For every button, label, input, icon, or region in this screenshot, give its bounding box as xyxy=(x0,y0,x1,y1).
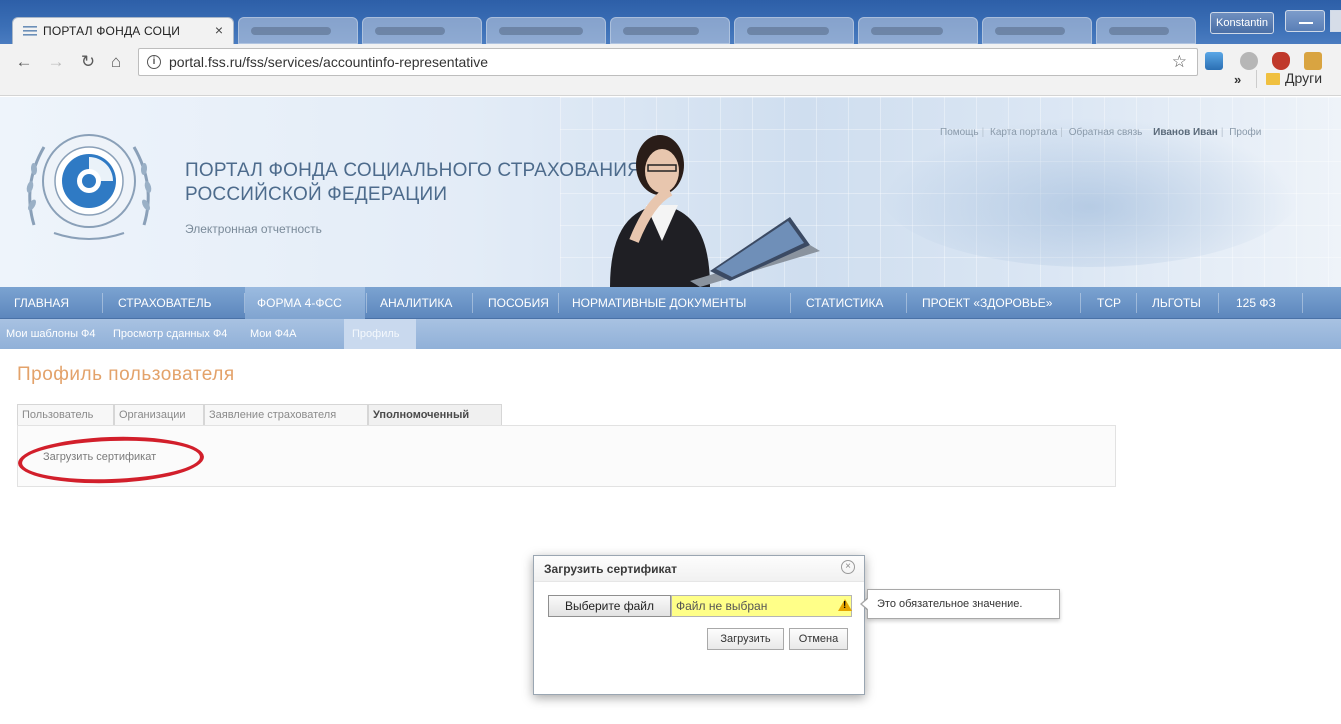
warning-icon-mark: ! xyxy=(843,600,847,611)
weather-extension-icon[interactable] xyxy=(1205,52,1223,70)
dialog-header: Загрузить сертификат × xyxy=(534,556,864,582)
nav-divider xyxy=(102,293,103,313)
url-text: portal.fss.ru/fss/services/accountinfo-r… xyxy=(169,54,489,70)
sitemap-link[interactable]: Карта портала xyxy=(990,127,1057,138)
nav-divider xyxy=(906,293,907,313)
required-field-tooltip: Это обязательное значение. xyxy=(867,589,1060,619)
bookmark-star-icon[interactable]: ☆ xyxy=(1172,52,1187,72)
portal-header: ПОРТАЛ ФОНДА СОЦИАЛЬНОГО СТРАХОВАНИЯ РОС… xyxy=(0,97,1341,287)
nav-divider xyxy=(472,293,473,313)
nav-divider xyxy=(1136,293,1137,313)
browser-tab[interactable] xyxy=(1096,17,1196,44)
choose-file-button[interactable]: Выберите файл xyxy=(548,595,671,617)
browser-tab[interactable] xyxy=(362,17,482,44)
subnav-submitted-f4[interactable]: Просмотр сданных Ф4 xyxy=(113,319,227,349)
browser-tab[interactable] xyxy=(238,17,358,44)
page-title: Профиль пользователя xyxy=(17,364,235,385)
woman-with-laptop-illustration xyxy=(610,135,820,287)
nav-divider xyxy=(558,293,559,313)
current-user-name[interactable]: Иванов Иван xyxy=(1153,127,1218,138)
bookmarks-separator xyxy=(1256,70,1257,88)
forward-arrow-icon[interactable]: → xyxy=(46,52,66,72)
extension-icon[interactable] xyxy=(1304,52,1322,70)
cancel-button[interactable]: Отмена xyxy=(789,628,848,650)
nav-divider xyxy=(1218,293,1219,313)
nav-item-privileges[interactable]: ЛЬГОТЫ xyxy=(1152,287,1201,319)
dialog-title: Загрузить сертификат xyxy=(544,562,678,576)
sub-navigation: Мои шаблоны Ф4 Просмотр сданных Ф4 Мои Ф… xyxy=(0,319,1341,349)
browser-profile-button[interactable]: Konstantin xyxy=(1210,12,1274,34)
nav-divider xyxy=(790,293,791,313)
bookmarks-overflow-button[interactable]: » xyxy=(1234,72,1241,87)
nav-divider xyxy=(366,293,367,313)
help-link[interactable]: Помощь xyxy=(940,127,979,138)
portal-title: ПОРТАЛ ФОНДА СОЦИАЛЬНОГО СТРАХОВАНИЯ РОС… xyxy=(185,159,641,207)
nav-item-home[interactable]: ГЛАВНАЯ xyxy=(14,287,69,319)
portal-title-line2: РОССИЙСКОЙ ФЕДЕРАЦИИ xyxy=(185,184,448,205)
browser-tab[interactable] xyxy=(610,17,730,44)
nav-item-insurer[interactable]: СТРАХОВАТЕЛЬ xyxy=(118,287,212,319)
browser-tab-title: ПОРТАЛ ФОНДА СОЦИ xyxy=(43,24,181,38)
subnav-my-templates[interactable]: Мои шаблоны Ф4 xyxy=(6,319,96,349)
subnav-my-f4a[interactable]: Мои Ф4А xyxy=(250,319,296,349)
nav-item-health-project[interactable]: ПРОЕКТ «ЗДОРОВЬЕ» xyxy=(922,287,1052,319)
browser-tabstrip: ПОРТАЛ ФОНДА СОЦИ × Konstantin xyxy=(0,0,1341,44)
browser-toolbar: ← → ↻ ⌂ i portal.fss.ru/fss/services/acc… xyxy=(0,44,1341,131)
browser-tab[interactable] xyxy=(486,17,606,44)
extension-icon[interactable] xyxy=(1240,52,1258,70)
home-icon[interactable]: ⌂ xyxy=(106,52,126,72)
nav-item-tsr[interactable]: ТСР xyxy=(1097,287,1121,319)
nav-divider xyxy=(1080,293,1081,313)
nav-divider xyxy=(1302,293,1303,313)
browser-tab-active[interactable]: ПОРТАЛ ФОНДА СОЦИ × xyxy=(12,17,234,44)
nav-item-regulations[interactable]: НОРМАТИВНЫЕ ДОКУМЕНТЫ xyxy=(572,287,746,319)
browser-tab[interactable] xyxy=(982,17,1092,44)
nav-item-125fz[interactable]: 125 ФЗ xyxy=(1236,287,1276,319)
close-tab-icon[interactable]: × xyxy=(215,22,223,38)
tab-organizations[interactable]: Организации xyxy=(114,404,204,426)
feedback-link[interactable]: Обратная связь xyxy=(1069,127,1143,138)
shield-extension-icon[interactable] xyxy=(1272,52,1290,70)
fss-emblem-logo xyxy=(26,134,152,240)
folder-icon xyxy=(1266,73,1280,85)
reload-icon[interactable]: ↻ xyxy=(78,52,98,72)
nav-item-analytics[interactable]: АНАЛИТИКА xyxy=(380,287,452,319)
browser-tab[interactable] xyxy=(858,17,978,44)
portal-title-line1: ПОРТАЛ ФОНДА СОЦИАЛЬНОГО СТРАХОВАНИЯ xyxy=(185,160,642,181)
file-input-field[interactable]: Файл не выбран xyxy=(671,595,852,617)
main-navigation: ГЛАВНАЯ СТРАХОВАТЕЛЬ ФОРМА 4-ФСС АНАЛИТИ… xyxy=(0,287,1341,319)
header-top-links: Помощь | Карта портала | Обратная связь Ив… xyxy=(940,127,1262,138)
upload-certificate-dialog: Загрузить сертификат × Выберите файл Фай… xyxy=(533,555,865,695)
fss-favicon-icon xyxy=(23,26,37,36)
subnav-profile[interactable]: Профиль xyxy=(344,319,416,349)
upload-button[interactable]: Загрузить xyxy=(707,628,784,650)
close-icon[interactable]: × xyxy=(841,560,855,574)
tooltip-arrow-inner xyxy=(862,598,869,610)
tab-user[interactable]: Пользователь xyxy=(17,404,114,426)
minimize-icon xyxy=(1299,22,1313,24)
nav-item-statistics[interactable]: СТАТИСТИКА xyxy=(806,287,883,319)
back-arrow-icon[interactable]: ← xyxy=(14,52,34,72)
site-info-icon[interactable]: i xyxy=(147,55,161,69)
nav-item-benefits[interactable]: ПОСОБИЯ xyxy=(488,287,549,319)
browser-tab[interactable] xyxy=(734,17,854,44)
portal-subtitle: Электронная отчетность xyxy=(185,222,322,236)
minimize-window-button[interactable] xyxy=(1285,10,1325,32)
address-bar[interactable]: i portal.fss.ru/fss/services/accountinfo… xyxy=(138,48,1198,76)
tab-insurer-application[interactable]: Заявление страхователя xyxy=(204,404,368,426)
nav-item-form-4fss[interactable]: ФОРМА 4-ФСС xyxy=(245,287,365,319)
russia-map-background xyxy=(880,117,1300,267)
bookmark-folder-other[interactable]: Други xyxy=(1285,70,1322,86)
tab-representative[interactable]: Уполномоченный xyxy=(368,404,502,426)
maximize-window-button[interactable] xyxy=(1330,10,1341,32)
profile-link[interactable]: Профи xyxy=(1229,127,1261,138)
